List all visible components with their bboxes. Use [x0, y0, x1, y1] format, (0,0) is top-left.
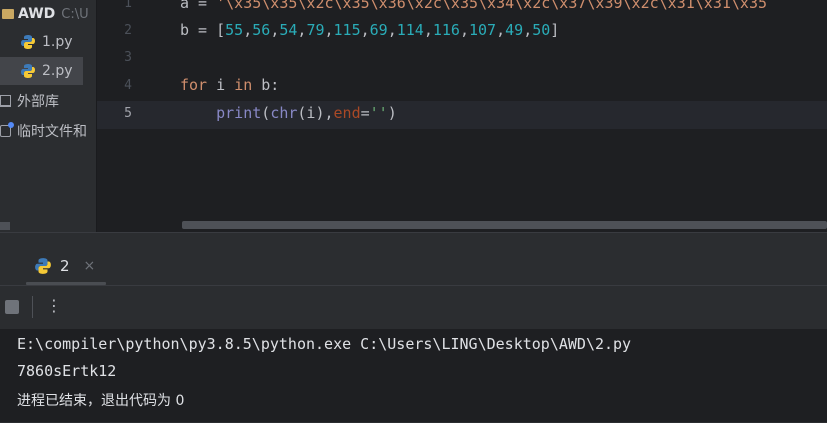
code-token: , — [360, 21, 370, 39]
file-item-2py[interactable]: 2.py — [0, 57, 83, 85]
scratches-and-consoles[interactable]: 临时文件和 — [0, 117, 87, 145]
line-number-current: 5 — [124, 106, 132, 121]
more-options-icon[interactable]: ⋮ — [46, 296, 62, 315]
code-token: = — [360, 104, 370, 122]
python-file-icon — [35, 258, 51, 274]
code-token: 55 — [225, 21, 244, 39]
code-token: , — [459, 21, 469, 39]
code-token: , — [243, 21, 253, 39]
code-line-2[interactable]: b = [55,56,54,79,115,69,114,116,107,49,5… — [180, 21, 559, 39]
code-token: (i), — [297, 104, 334, 122]
code-token: for — [180, 76, 208, 94]
project-root[interactable]: AWD C:\U — [0, 0, 89, 28]
code-token: , — [423, 21, 433, 39]
code-line-4[interactable]: for i in b: — [180, 76, 279, 94]
console-command-line: E:\compiler\python\py3.8.5\python.exe C:… — [17, 335, 632, 353]
code-token: 115 — [333, 21, 361, 39]
file-name-label: 1.py — [42, 34, 73, 50]
project-path-hint: C:\U — [61, 6, 89, 22]
code-token: , — [496, 21, 506, 39]
code-token: end — [333, 104, 361, 122]
sidebar-scrollbar[interactable] — [0, 222, 10, 230]
line-number: 3 — [124, 50, 132, 65]
console-exit-message: 进程已结束，退出代码为 0 — [17, 393, 185, 409]
close-icon[interactable]: × — [84, 258, 96, 274]
code-token: , — [523, 21, 533, 39]
code-token: 49 — [505, 21, 524, 39]
scratches-icon — [0, 122, 14, 137]
editor-horizontal-scrollbar-thumb[interactable] — [182, 221, 827, 229]
code-token: 116 — [432, 21, 460, 39]
code-token: a = — [180, 0, 217, 12]
code-token: ] — [550, 21, 560, 39]
external-libraries[interactable]: 外部库 — [0, 87, 59, 115]
code-token: 114 — [396, 21, 424, 39]
code-token: 69 — [369, 21, 388, 39]
python-file-icon — [21, 35, 35, 49]
project-folder-name: AWD — [18, 6, 56, 22]
code-token: in — [234, 76, 253, 94]
code-token: chr — [270, 104, 298, 122]
line-number: 2 — [124, 23, 132, 38]
file-item-1py[interactable]: 1.py — [20, 28, 97, 56]
code-token: , — [324, 21, 334, 39]
code-token: 107 — [469, 21, 497, 39]
toolbar-divider — [32, 296, 33, 318]
code-token: 79 — [306, 21, 325, 39]
external-libraries-label: 外部库 — [17, 94, 59, 110]
code-line-1[interactable]: a = '\x35\x35\x2c\x35\x36\x2c\x35\x34\x2… — [180, 0, 767, 12]
line-number: 1 — [124, 0, 132, 11]
code-token: '' — [369, 104, 388, 122]
code-token: 50 — [532, 21, 551, 39]
code-token: , — [270, 21, 280, 39]
code-token: 56 — [252, 21, 271, 39]
stop-icon[interactable] — [5, 300, 19, 314]
run-tab-label: 2 — [60, 257, 70, 275]
line-number: 4 — [124, 78, 132, 93]
code-token: ( — [261, 104, 271, 122]
scratches-label: 临时文件和 — [17, 124, 87, 140]
python-file-icon — [21, 64, 35, 78]
library-icon — [0, 95, 11, 107]
run-toolbar-separator — [0, 285, 827, 286]
code-token: b = [ — [180, 21, 226, 39]
code-token: '\x35\x35\x2c\x35\x36\x2c\x35\x34\x2c\x3… — [216, 0, 768, 12]
code-line-5[interactable]: print(chr(i),end='') — [180, 104, 397, 122]
code-token: , — [387, 21, 397, 39]
code-token: 54 — [279, 21, 298, 39]
code-token: ) — [387, 104, 397, 122]
code-token: print — [216, 104, 262, 122]
file-name-label: 2.py — [42, 63, 73, 79]
folder-icon — [2, 9, 14, 19]
console-program-output: 7860sErtk12 — [17, 362, 117, 380]
run-tab[interactable]: 2 × — [34, 248, 95, 284]
code-token: b: — [252, 76, 280, 94]
code-token: i — [207, 76, 235, 94]
